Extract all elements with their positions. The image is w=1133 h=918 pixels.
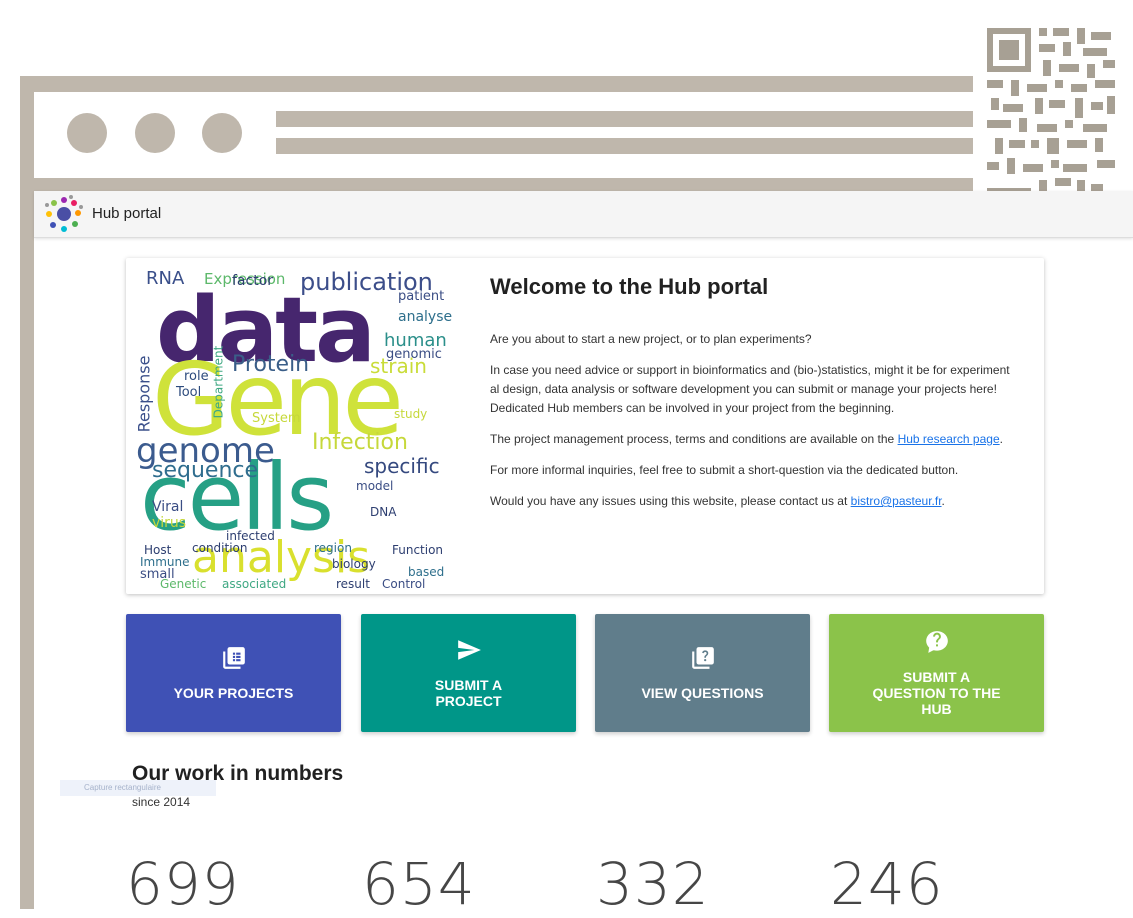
submit-question-button[interactable]: SUBMIT A QUESTION TO THE HUB <box>829 614 1044 732</box>
word-cloud-word: System <box>252 411 301 426</box>
word-cloud-word: DNA <box>370 505 397 519</box>
word-cloud-image: data Gene cells analysis genome publicat… <box>136 266 454 588</box>
paragraph-text: The project management process, terms an… <box>490 432 898 446</box>
hub-research-page-link[interactable]: Hub research page <box>898 432 1000 446</box>
tile-label: YOUR PROJECTS <box>173 685 294 701</box>
welcome-paragraph: The project management process, terms an… <box>490 430 1010 449</box>
tile-label: SUBMIT A QUESTION TO THE HUB <box>872 669 1001 717</box>
word-cloud-word: specific <box>364 454 440 478</box>
word-cloud-word: Response <box>136 355 154 433</box>
window-dot-1 <box>67 113 107 153</box>
browser-frame-divider <box>20 178 1133 191</box>
word-cloud-word: patient <box>398 289 445 304</box>
browser-frame-left <box>20 76 34 909</box>
paragraph-text: . <box>941 494 945 508</box>
word-cloud-word: factor <box>232 273 274 289</box>
word-cloud-word: Control <box>382 577 426 588</box>
word-cloud-word: Genetic <box>160 577 207 588</box>
browser-frame-top <box>20 76 1133 92</box>
word-cloud-word: biology <box>332 557 376 571</box>
questions-icon <box>691 647 714 669</box>
welcome-paragraph: Are you about to start a new project, or… <box>490 332 812 346</box>
view-questions-button[interactable]: VIEW QUESTIONS <box>595 614 810 732</box>
word-cloud-word: based <box>408 565 445 579</box>
word-cloud-word: analyse <box>398 309 453 325</box>
address-bar-line-1 <box>276 111 976 127</box>
tile-label: VIEW QUESTIONS <box>641 685 764 701</box>
welcome-paragraph: For more informal inquiries, feel free t… <box>490 463 959 477</box>
word-cloud-word: Department <box>211 345 226 419</box>
welcome-text: Welcome to the Hub portal Are you about … <box>490 274 1010 523</box>
welcome-paragraph: In case you need advice or support in bi… <box>490 363 1010 415</box>
window-dot-2 <box>135 113 175 153</box>
address-bar-line-2 <box>276 138 976 154</box>
word-cloud-word: Protein <box>232 352 310 377</box>
paragraph-text: . <box>999 432 1003 446</box>
stat-value: 332 <box>596 850 710 918</box>
word-cloud-word: Infection <box>312 430 408 455</box>
word-cloud-word: Function <box>392 543 444 557</box>
submit-project-button[interactable]: SUBMIT A PROJECT <box>361 614 576 732</box>
word-cloud-word: model <box>356 479 394 493</box>
app-header: Hub portal <box>34 191 1133 238</box>
word-cloud-word: region <box>314 541 352 555</box>
stat-value: 654 <box>362 850 476 918</box>
word-cloud-word: Viral <box>152 499 184 515</box>
word-cloud-word: condition <box>192 541 248 555</box>
word-cloud-word: study <box>394 407 428 421</box>
send-icon <box>457 640 481 660</box>
numbers-since: since 2014 <box>132 795 191 809</box>
welcome-card: data Gene cells analysis genome publicat… <box>126 258 1044 594</box>
welcome-heading: Welcome to the Hub portal <box>490 274 769 299</box>
tile-label: SUBMIT A PROJECT <box>434 677 503 709</box>
your-projects-button[interactable]: YOUR PROJECTS <box>126 614 341 732</box>
paragraph-text: Would you have any issues using this web… <box>490 494 851 508</box>
word-cloud-word: associated <box>222 577 287 588</box>
capture-overlay: Capture rectangulaire <box>60 780 216 796</box>
app-title: Hub portal <box>92 205 162 222</box>
hub-logo-icon <box>45 195 83 232</box>
stat-value: 699 <box>126 850 240 918</box>
word-cloud-word: sequence <box>152 458 259 483</box>
word-cloud-word: RNA <box>146 268 185 289</box>
word-cloud-word: genomic <box>386 347 442 362</box>
window-dot-3 <box>202 113 242 153</box>
contact-email-link[interactable]: bistro@pasteur.fr <box>851 494 942 508</box>
stat-value: 246 <box>830 850 944 918</box>
word-cloud-word: role <box>184 369 209 384</box>
projects-icon <box>222 647 245 669</box>
word-cloud-word: result <box>336 577 370 588</box>
welcome-paragraph: Would you have any issues using this web… <box>490 492 1010 511</box>
word-cloud-word: Tool <box>176 385 202 400</box>
word-cloud-word: virus <box>152 515 187 531</box>
question-bubble-icon <box>925 631 948 653</box>
